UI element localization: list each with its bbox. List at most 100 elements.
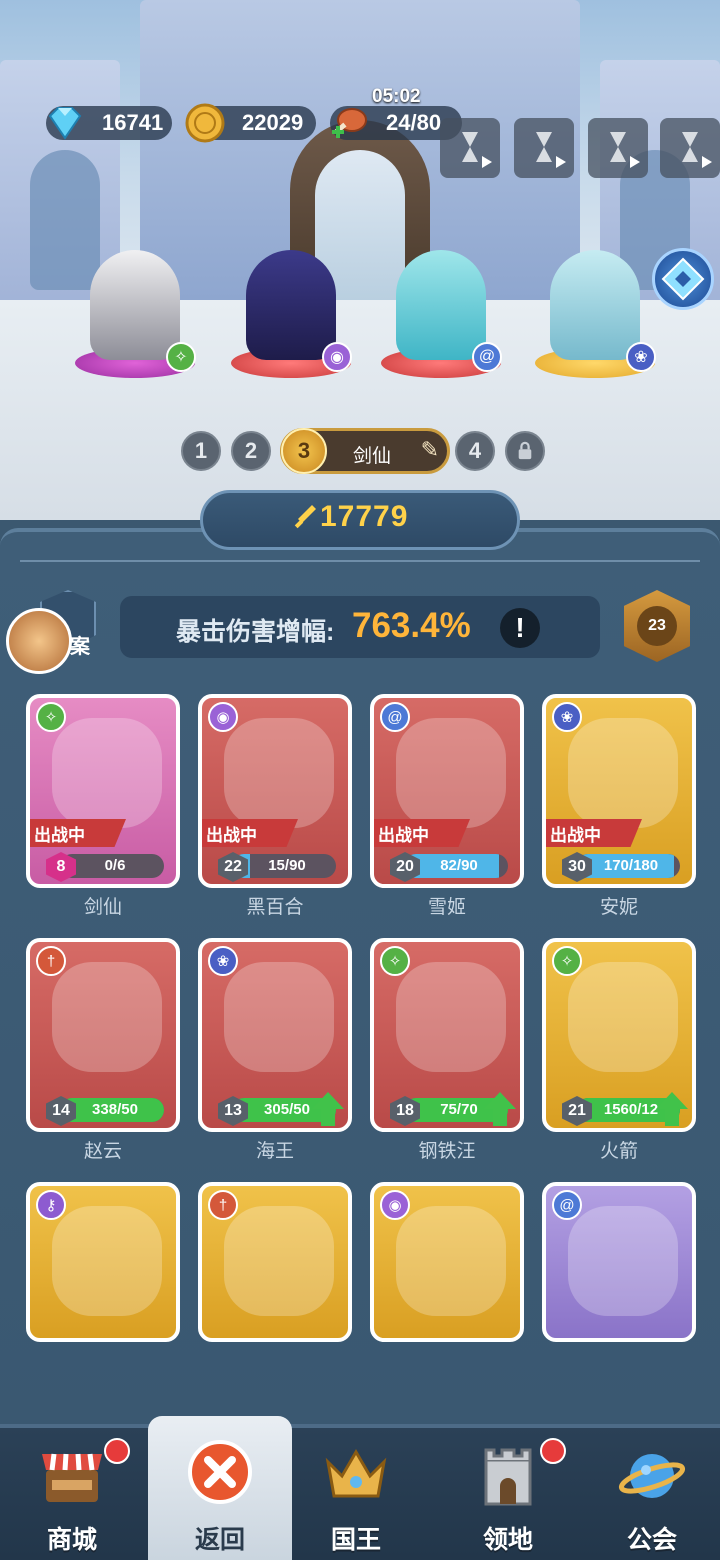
play-icon — [630, 156, 640, 168]
nav-guild-label: 公会 — [626, 1526, 677, 1554]
deployed-badge: 出战中 — [546, 819, 642, 847]
ad-reward-button-4[interactable] — [660, 118, 720, 178]
info-button[interactable]: ! — [500, 608, 540, 648]
paw-icon: ❀ — [626, 342, 656, 372]
panel-divider — [20, 560, 700, 562]
coin-icon — [185, 103, 225, 143]
paw-icon: ❀ — [552, 702, 582, 732]
scene-hero-4[interactable]: ❀ — [530, 240, 660, 380]
crit-label: 暴击伤害增幅: — [176, 618, 335, 646]
nav-territory[interactable]: 领地 — [436, 1428, 580, 1560]
planet-icon — [618, 1454, 686, 1498]
ad-reward-button-1[interactable] — [440, 118, 500, 178]
play-icon — [556, 156, 566, 168]
hero-sword-immortal — [90, 250, 180, 360]
crit-value: 763.4% — [352, 606, 471, 645]
scene-hero-1[interactable]: ✧ — [70, 240, 200, 380]
hero-card[interactable]: ✧ 75/70 18 — [370, 938, 524, 1132]
nav-back-label: 返回 — [194, 1526, 245, 1554]
hero-snow-princess — [396, 250, 486, 360]
coin-counter[interactable]: 22029 — [185, 103, 316, 143]
team-tab-2[interactable]: 2 — [231, 431, 271, 471]
hero-portrait — [224, 718, 334, 828]
hero-name: 剑仙 — [83, 897, 122, 918]
hero-card[interactable]: @ — [542, 1182, 696, 1342]
hero-name: 安妮 — [599, 897, 638, 918]
archive-button[interactable]: 案 — [6, 590, 96, 680]
ad-reward-button-2[interactable] — [514, 118, 574, 178]
close-icon — [188, 1440, 252, 1504]
hourglass-icon — [536, 132, 552, 162]
hero-name: 海王 — [255, 1141, 294, 1162]
hero-card[interactable]: ❀ 305/50 13 — [198, 938, 352, 1132]
nav-king[interactable]: 国王 — [284, 1428, 428, 1560]
hero-portrait — [396, 1206, 506, 1316]
constellation-icon: ✧ — [552, 946, 582, 976]
formation-button[interactable] — [652, 248, 714, 310]
hero-portrait — [224, 962, 334, 1072]
hourglass-icon — [610, 132, 626, 162]
deployed-badge: 出战中 — [30, 819, 126, 847]
hero-name: 火箭 — [599, 1141, 638, 1162]
paw-icon: ❀ — [208, 946, 238, 976]
team-tab-locked[interactable] — [505, 431, 545, 471]
hero-portrait — [52, 1206, 162, 1316]
team-tab-4[interactable]: 4 — [455, 431, 495, 471]
play-icon — [482, 156, 492, 168]
hero-portrait — [568, 962, 678, 1072]
notification-dot — [540, 1438, 566, 1464]
eye-icon: ◉ — [208, 702, 238, 732]
stamina-timer: 05:02 — [372, 86, 421, 107]
hero-portrait — [52, 962, 162, 1072]
team-name: 剑仙 — [353, 446, 392, 467]
archive-label: 案 — [70, 636, 90, 658]
hero-name: 黑百合 — [246, 897, 304, 918]
hero-card[interactable]: ⚷ — [26, 1182, 180, 1342]
castle-tower-icon — [484, 1448, 532, 1506]
hero-card[interactable]: † 338/50 14 — [26, 938, 180, 1132]
avatar — [6, 608, 72, 674]
nav-territory-label: 领地 — [482, 1526, 533, 1554]
diamond-icon — [48, 107, 82, 140]
hero-card[interactable]: ✧ 1560/12 21 — [542, 938, 696, 1132]
team-tab-active[interactable]: 3 剑仙 ✎ — [280, 428, 450, 474]
diamond-grid-icon — [661, 257, 705, 301]
constellation-icon: ✧ — [36, 702, 66, 732]
scene-hero-2[interactable]: ◉ — [226, 240, 356, 380]
crown-icon — [325, 1449, 387, 1498]
nav-back[interactable]: 返回 — [148, 1416, 292, 1560]
ad-reward-button-3[interactable] — [588, 118, 648, 178]
team-tab-1[interactable]: 1 — [181, 431, 221, 471]
constellation-icon: ✧ — [380, 946, 410, 976]
key-icon: ⚷ — [36, 1190, 66, 1220]
hero-name: 钢铁汪 — [418, 1141, 476, 1162]
shop-stall-icon — [42, 1453, 102, 1502]
hero-card[interactable]: † — [198, 1182, 352, 1342]
scene-hero-3[interactable]: @ — [376, 240, 506, 380]
hero-portrait — [568, 718, 678, 828]
team-power: 17779 — [320, 500, 409, 533]
eye-icon: ◉ — [322, 342, 352, 372]
deployed-badge: 出战中 — [202, 819, 298, 847]
gem-counter[interactable]: 16741 — [46, 106, 172, 140]
hero-portrait — [52, 718, 162, 828]
hourglass-icon — [682, 132, 698, 162]
power-sword-icon — [294, 505, 316, 529]
notification-dot — [104, 1438, 130, 1464]
nav-guild[interactable]: 公会 — [580, 1428, 720, 1560]
nav-shop[interactable]: 商城 — [0, 1428, 144, 1560]
hero-portrait — [396, 718, 506, 828]
deployed-badge: 出战中 — [374, 819, 470, 847]
feather-edit-icon[interactable]: ✎ — [421, 437, 439, 463]
hero-card[interactable]: ✧ 出战中 0/6 8 — [26, 694, 180, 888]
lock-icon — [518, 441, 532, 460]
swirl-icon: @ — [380, 702, 410, 732]
hero-card[interactable]: ◉ — [370, 1182, 524, 1342]
hero-card[interactable]: ◉ 出战中 15/90 22 — [198, 694, 352, 888]
hero-annie — [550, 250, 640, 360]
hero-black-lily — [246, 250, 336, 360]
hero-portrait — [568, 1206, 678, 1316]
hero-name: 雪姬 — [427, 897, 466, 918]
hero-card[interactable]: ❀ 出战中 170/180 30 — [542, 694, 696, 888]
hero-card[interactable]: @ 出战中 82/90 20 — [370, 694, 524, 888]
